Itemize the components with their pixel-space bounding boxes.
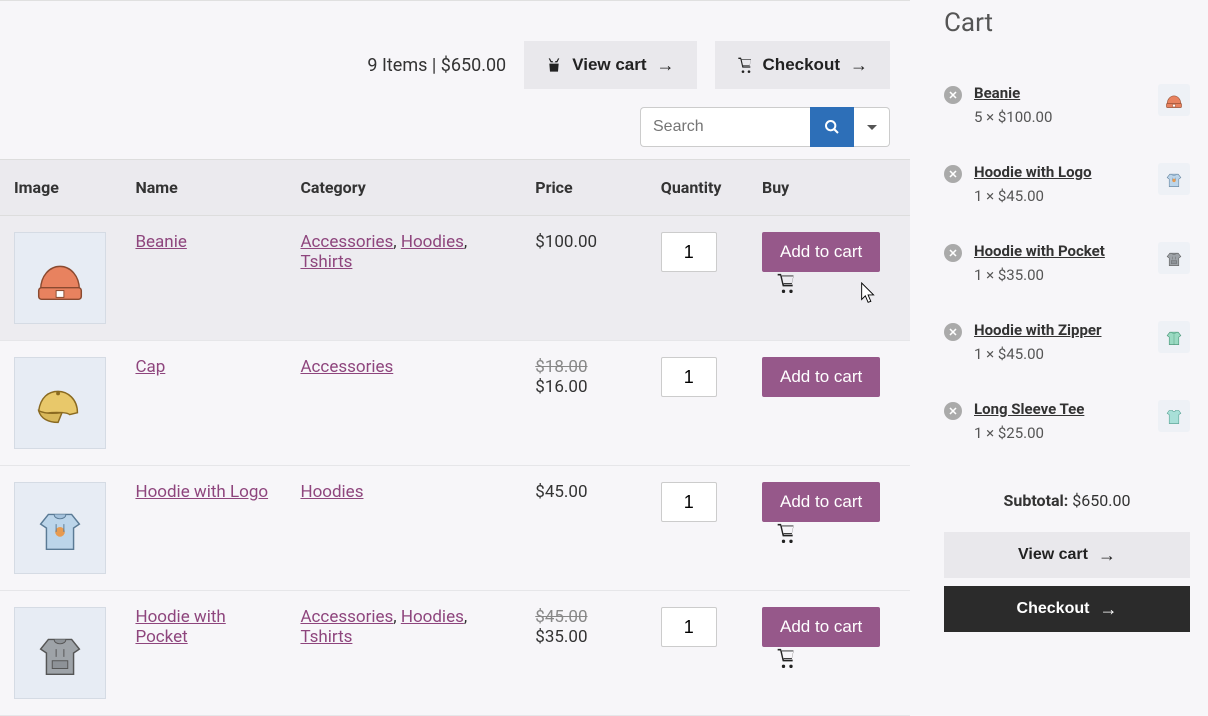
product-thumbnail[interactable]: [14, 357, 106, 449]
product-categories: Hoodies: [286, 466, 521, 591]
quantity-input[interactable]: [661, 357, 717, 397]
cart-item: ✕ Beanie 5 × $100.00: [944, 66, 1190, 145]
product-categories: Accessories: [286, 341, 521, 466]
category-link[interactable]: Tshirts: [300, 627, 352, 647]
product-table-panel: 9 Items | $650.00 View cart → Checkout →…: [0, 0, 910, 675]
category-link[interactable]: Accessories: [300, 607, 393, 627]
arrow-right-icon: →: [657, 56, 675, 74]
table-row: Cap Accessories $18.00$16.00 Add to cart: [0, 341, 910, 466]
cart-item: ✕ Long Sleeve Tee 1 × $25.00: [944, 382, 1190, 461]
search-input[interactable]: [640, 107, 810, 147]
cart-item-name[interactable]: Beanie: [974, 84, 1146, 102]
col-price[interactable]: Price: [521, 160, 647, 216]
cart-summary: 9 Items | $650.00: [367, 55, 506, 76]
view-in-cart-icon[interactable]: [776, 648, 796, 668]
cart-item-thumb[interactable]: [1158, 242, 1190, 274]
sidebar-view-cart-button[interactable]: View cart →: [944, 532, 1190, 578]
quantity-input[interactable]: [661, 482, 717, 522]
cart-item-meta: 1 × $45.00: [974, 187, 1146, 205]
sidebar-checkout-button[interactable]: Checkout →: [944, 586, 1190, 632]
remove-item-button[interactable]: ✕: [944, 244, 962, 262]
view-in-cart-icon[interactable]: [776, 273, 796, 293]
search-dropdown[interactable]: [854, 107, 890, 147]
cart-item-name[interactable]: Hoodie with Pocket: [974, 242, 1146, 260]
product-price: $45.00: [521, 466, 647, 591]
cart-sidebar: Cart ✕ Beanie 5 × $100.00 ✕ Hoodie with Logo…: [910, 0, 1208, 675]
cart-item-meta: 1 × $45.00: [974, 345, 1146, 363]
search-button[interactable]: [810, 107, 854, 147]
arrow-right-icon: →: [1098, 546, 1116, 564]
product-price: $100.00: [521, 216, 647, 341]
table-row: Beanie Accessories, Hoodies, Tshirts$100.…: [0, 216, 910, 341]
cart-item-thumb[interactable]: [1158, 84, 1190, 116]
product-categories: Accessories, Hoodies, Tshirts: [286, 591, 521, 716]
product-thumbnail[interactable]: [14, 482, 106, 574]
cart-subtotal: Subtotal: $650.00: [944, 461, 1190, 532]
cart-item-name[interactable]: Hoodie with Zipper: [974, 321, 1146, 339]
product-thumbnail[interactable]: [14, 232, 106, 324]
cart-item-meta: 1 × $35.00: [974, 266, 1146, 284]
col-name[interactable]: Name: [121, 160, 286, 216]
add-to-cart-button[interactable]: Add to cart: [762, 232, 880, 272]
cart-item: ✕ Hoodie with Zipper 1 × $45.00: [944, 303, 1190, 382]
view-in-cart-icon[interactable]: [776, 523, 796, 543]
checkout-button[interactable]: Checkout →: [715, 41, 890, 89]
cart-item-thumb[interactable]: [1158, 163, 1190, 195]
add-to-cart-button[interactable]: Add to cart: [762, 357, 880, 397]
product-price: $18.00$16.00: [521, 341, 647, 466]
arrow-right-icon: →: [850, 56, 868, 74]
category-link[interactable]: Tshirts: [300, 252, 352, 272]
cart-item-thumb[interactable]: [1158, 400, 1190, 432]
category-link[interactable]: Hoodies: [401, 607, 464, 627]
quantity-input[interactable]: [661, 607, 717, 647]
cart-item-meta: 5 × $100.00: [974, 108, 1146, 126]
products-table: Image Name Category Price Quantity Buy B…: [0, 159, 910, 716]
col-image[interactable]: Image: [0, 160, 121, 216]
cart-toolbar: 9 Items | $650.00 View cart → Checkout →: [0, 41, 910, 107]
remove-item-button[interactable]: ✕: [944, 165, 962, 183]
search-icon: [824, 119, 840, 135]
remove-item-button[interactable]: ✕: [944, 86, 962, 104]
remove-item-button[interactable]: ✕: [944, 323, 962, 341]
cart-item-name[interactable]: Hoodie with Logo: [974, 163, 1146, 181]
bag-icon: [546, 57, 562, 73]
product-price: $45.00$35.00: [521, 591, 647, 716]
search-bar: [0, 107, 910, 159]
cart-item-meta: 1 × $25.00: [974, 424, 1146, 442]
table-row: Hoodie with Pocket Accessories, Hoodies, …: [0, 591, 910, 716]
cart-icon: [737, 57, 753, 73]
category-link[interactable]: Hoodies: [300, 482, 363, 502]
category-link[interactable]: Accessories: [300, 232, 393, 252]
cart-item: ✕ Hoodie with Logo 1 × $45.00: [944, 145, 1190, 224]
category-link[interactable]: Accessories: [300, 357, 393, 377]
view-cart-button[interactable]: View cart →: [524, 41, 696, 89]
col-quantity[interactable]: Quantity: [647, 160, 748, 216]
category-link[interactable]: Hoodies: [401, 232, 464, 252]
product-name-link[interactable]: Hoodie with Logo: [135, 482, 268, 502]
product-name-link[interactable]: Beanie: [135, 232, 186, 252]
cart-title: Cart: [944, 8, 1190, 38]
add-to-cart-button[interactable]: Add to cart: [762, 607, 880, 647]
quantity-input[interactable]: [661, 232, 717, 272]
cart-item-thumb[interactable]: [1158, 321, 1190, 353]
product-thumbnail[interactable]: [14, 607, 106, 699]
col-category[interactable]: Category: [286, 160, 521, 216]
product-categories: Accessories, Hoodies, Tshirts: [286, 216, 521, 341]
table-row: Hoodie with Logo Hoodies $45.00 Add to cart: [0, 466, 910, 591]
cart-item-name[interactable]: Long Sleeve Tee: [974, 400, 1146, 418]
arrow-right-icon: →: [1099, 600, 1117, 618]
remove-item-button[interactable]: ✕: [944, 402, 962, 420]
add-to-cart-button[interactable]: Add to cart: [762, 482, 880, 522]
col-buy[interactable]: Buy: [748, 160, 910, 216]
cart-item: ✕ Hoodie with Pocket 1 × $35.00: [944, 224, 1190, 303]
product-name-link[interactable]: Cap: [135, 357, 165, 377]
product-name-link[interactable]: Hoodie with Pocket: [135, 607, 225, 647]
